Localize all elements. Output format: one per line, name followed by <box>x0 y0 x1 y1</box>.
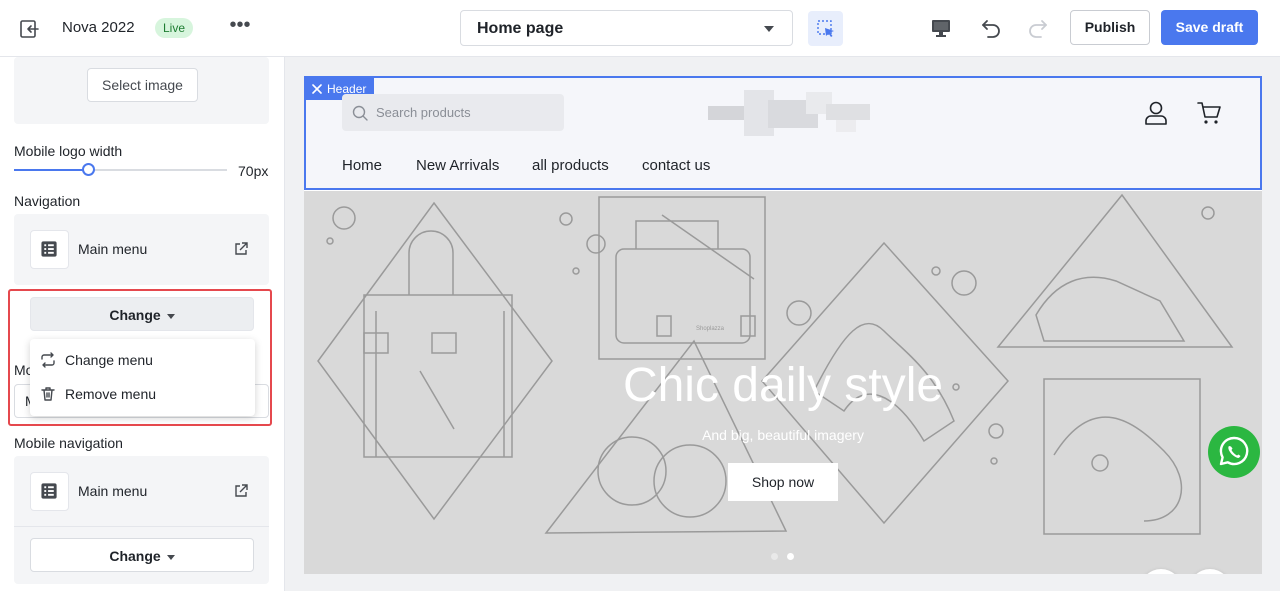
annotation-highlight <box>8 289 272 426</box>
settings-panel: Select image Mobile logo width 70px Navi… <box>0 57 285 591</box>
whatsapp-icon <box>1210 428 1258 476</box>
preview-area: Header Search products Home New Arrivals… <box>285 57 1280 591</box>
close-icon[interactable] <box>312 84 322 94</box>
store-search-input[interactable]: Search products <box>342 94 564 131</box>
search-placeholder: Search products <box>376 105 471 120</box>
hero-title: Chic daily style <box>622 359 944 412</box>
save-draft-button[interactable]: Save draft <box>1161 10 1258 45</box>
select-image-button[interactable]: Select image <box>87 68 198 102</box>
whatsapp-button[interactable] <box>1208 426 1260 478</box>
store-preview: Header Search products Home New Arrivals… <box>304 76 1262 574</box>
page-selector-label: Home page <box>477 20 564 37</box>
logo-width-slider-track[interactable] <box>14 169 227 171</box>
preview-scrollbar[interactable] <box>1275 57 1280 591</box>
search-icon <box>352 105 368 121</box>
live-badge-label: Live <box>163 21 186 35</box>
logo-width-slider-fill <box>14 169 89 171</box>
store-header-section[interactable]: Header Search products Home New Arrivals… <box>304 76 1262 190</box>
user-icon[interactable] <box>1143 100 1169 126</box>
chevron-down-icon <box>166 554 175 560</box>
mobile-navigation-label: Mobile navigation <box>14 435 123 451</box>
bag-brand-label: Shoplazza <box>696 326 725 332</box>
chevron-down-icon <box>764 26 774 32</box>
change-mobile-navigation-label: Change <box>109 548 161 564</box>
slide-indicator-1[interactable] <box>771 553 778 560</box>
nav-link-home[interactable]: Home <box>342 157 382 174</box>
live-badge: Live <box>155 18 194 387</box>
select-element-button[interactable] <box>808 11 843 46</box>
mobile-navigation-menu-name: Main menu <box>78 483 148 499</box>
cart-icon[interactable] <box>1196 100 1222 126</box>
hero-slideshow[interactable]: Shoplazza Chic daily style And big, beau… <box>304 191 1262 574</box>
mobile-logo-width-label: Mobile logo width <box>14 143 123 159</box>
nav-link-all-products[interactable]: all products <box>532 157 609 174</box>
image-picker-box: Select image <box>14 57 269 124</box>
nav-link-new-arrivals[interactable]: New Arrivals <box>416 157 499 174</box>
change-mobile-navigation-button[interactable]: Change <box>30 538 254 572</box>
page-selector[interactable]: Home page <box>460 10 793 46</box>
logo-width-value: 70px <box>238 163 269 179</box>
divider <box>14 526 269 527</box>
external-link-icon[interactable] <box>233 241 249 257</box>
shop-now-button[interactable]: Shop now <box>728 463 838 501</box>
list-icon <box>30 230 69 269</box>
slide-indicator-2[interactable] <box>787 553 794 560</box>
external-link-icon[interactable] <box>233 483 249 499</box>
navigation-menu-name: Main menu <box>78 241 148 257</box>
store-title: Nova 2022 <box>62 19 135 36</box>
desktop-icon[interactable] <box>929 16 953 40</box>
undo-icon[interactable] <box>979 16 1003 40</box>
redo-icon[interactable] <box>1026 16 1050 40</box>
navigation-menu-card: Main menu <box>14 214 269 285</box>
mobile-navigation-card: Main menu Change <box>14 456 269 584</box>
select-element-icon <box>817 20 834 37</box>
exit-icon[interactable] <box>18 18 40 40</box>
publish-button[interactable]: Publish <box>1070 10 1150 45</box>
hero-subtitle: And big, beautiful imagery <box>702 427 864 443</box>
navigation-label: Navigation <box>14 193 81 209</box>
list-icon <box>30 472 69 511</box>
nav-link-contact-us[interactable]: contact us <box>642 157 710 174</box>
store-logo[interactable] <box>686 86 876 138</box>
logo-width-slider-handle[interactable] <box>82 163 95 176</box>
more-icon[interactable]: ••• <box>229 15 251 38</box>
top-bar: Nova 2022 Live ••• Home page Publish Sav… <box>0 0 1280 387</box>
